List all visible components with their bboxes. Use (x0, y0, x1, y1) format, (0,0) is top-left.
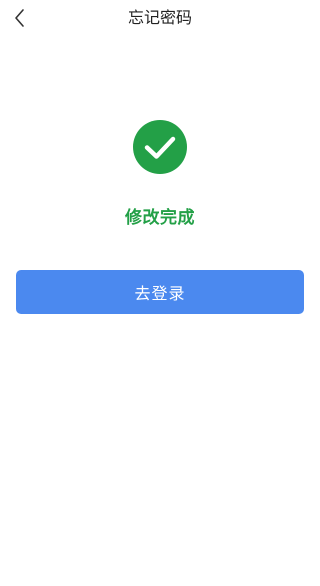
reset-password-success-screen: 忘记密码 修改完成 去登录 (0, 0, 320, 586)
page-title: 忘记密码 (127, 8, 192, 27)
back-button[interactable] (8, 6, 32, 30)
check-circle-icon (133, 120, 187, 174)
chevron-left-icon (8, 6, 32, 30)
success-message: 修改完成 (125, 208, 195, 228)
nav-bar: 忘记密码 (0, 0, 320, 36)
go-login-button[interactable]: 去登录 (16, 270, 304, 314)
